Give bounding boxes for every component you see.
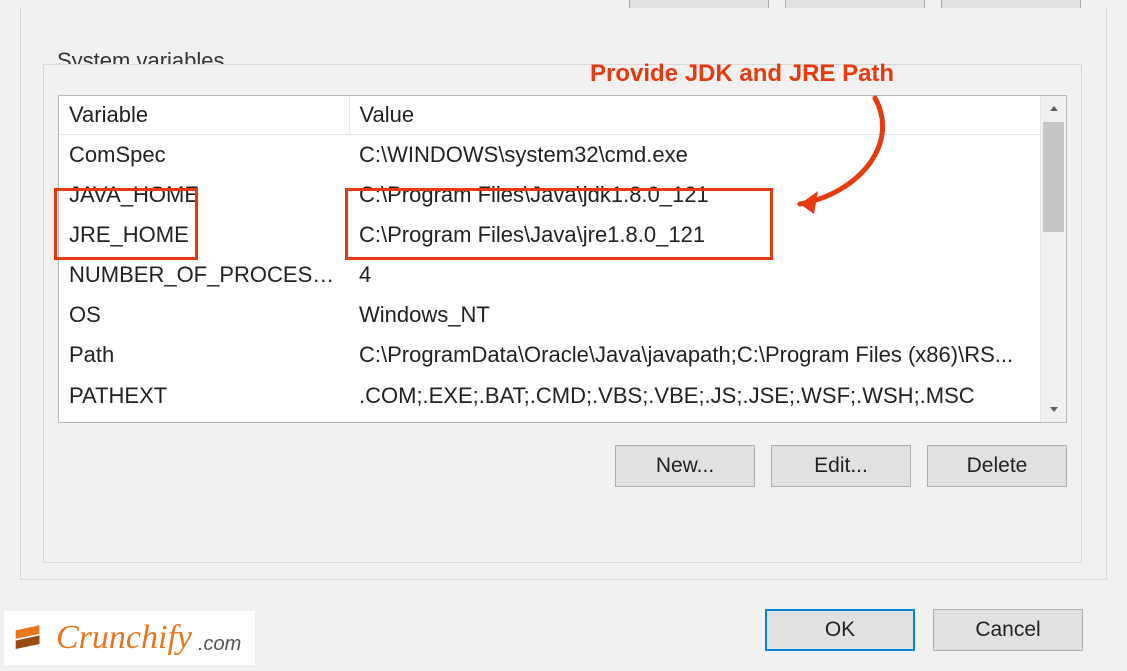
table-row[interactable]: NUMBER_OF_PROCESSORS4 [59, 255, 1040, 295]
cell-value: C:\WINDOWS\system32\cmd.exe [349, 135, 1040, 176]
annotation-text: Provide JDK and JRE Path [590, 60, 894, 88]
crunchify-logo-icon [14, 623, 48, 653]
table-row[interactable]: OSWindows_NT [59, 295, 1040, 335]
cell-value: C:\Program Files\Java\jre1.8.0_121 [349, 215, 1040, 255]
new-button[interactable]: New... [615, 445, 755, 487]
scroll-up-icon[interactable] [1041, 96, 1066, 122]
ok-button[interactable]: OK [765, 609, 915, 651]
dialog-button-row: OK Cancel [765, 609, 1083, 651]
cell-value: .COM;.EXE;.BAT;.CMD;.VBS;.VBE;.JS;.JSE;.… [349, 376, 1040, 416]
cell-variable: NUMBER_OF_PROCESSORS [59, 255, 349, 295]
system-variables-group: Variable Value ComSpecC:\WINDOWS\system3… [43, 64, 1082, 563]
cell-variable: PROCESSOR_ARCHITECTURE [59, 416, 349, 422]
logo-brand: Crunchify [56, 619, 192, 657]
group-button-row: New... Edit... Delete [615, 445, 1067, 487]
table-row[interactable]: ComSpecC:\WINDOWS\system32\cmd.exe [59, 135, 1040, 176]
table-row[interactable]: JAVA_HOMEC:\Program Files\Java\jdk1.8.0_… [59, 175, 1040, 215]
crunchify-logo: Crunchify .com [4, 611, 255, 665]
scroll-thumb[interactable] [1043, 122, 1064, 232]
cell-value: 4 [349, 255, 1040, 295]
cell-variable: PATHEXT [59, 376, 349, 416]
cell-variable: JRE_HOME [59, 215, 349, 255]
variables-table: Variable Value ComSpecC:\WINDOWS\system3… [59, 96, 1040, 422]
cell-variable: Path [59, 335, 349, 375]
table-row[interactable]: PROCESSOR_ARCHITECTUREAMD64 [59, 416, 1040, 422]
table-row[interactable]: JRE_HOMEC:\Program Files\Java\jre1.8.0_1… [59, 215, 1040, 255]
logo-suffix: .com [198, 633, 241, 656]
cell-variable: JAVA_HOME [59, 175, 349, 215]
cell-variable: OS [59, 295, 349, 335]
cell-value: Windows_NT [349, 295, 1040, 335]
cancel-button[interactable]: Cancel [933, 609, 1083, 651]
variables-table-container: Variable Value ComSpecC:\WINDOWS\system3… [58, 95, 1067, 423]
delete-button[interactable]: Delete [927, 445, 1067, 487]
dialog-panel: System variables Variable Value ComSpe [20, 8, 1107, 580]
cell-value: AMD64 [349, 416, 1040, 422]
col-header-variable[interactable]: Variable [59, 96, 349, 135]
table-row[interactable]: PATHEXT.COM;.EXE;.BAT;.CMD;.VBS;.VBE;.JS… [59, 376, 1040, 416]
scrollbar[interactable] [1040, 96, 1066, 422]
table-header-row: Variable Value [59, 96, 1040, 135]
cell-value: C:\ProgramData\Oracle\Java\javapath;C:\P… [349, 335, 1040, 375]
variables-table-body[interactable]: Variable Value ComSpecC:\WINDOWS\system3… [59, 96, 1040, 422]
cell-value: C:\Program Files\Java\jdk1.8.0_121 [349, 175, 1040, 215]
table-row[interactable]: PathC:\ProgramData\Oracle\Java\javapath;… [59, 335, 1040, 375]
cell-variable: ComSpec [59, 135, 349, 176]
edit-button[interactable]: Edit... [771, 445, 911, 487]
scroll-down-icon[interactable] [1041, 396, 1066, 422]
col-header-value[interactable]: Value [349, 96, 1040, 135]
